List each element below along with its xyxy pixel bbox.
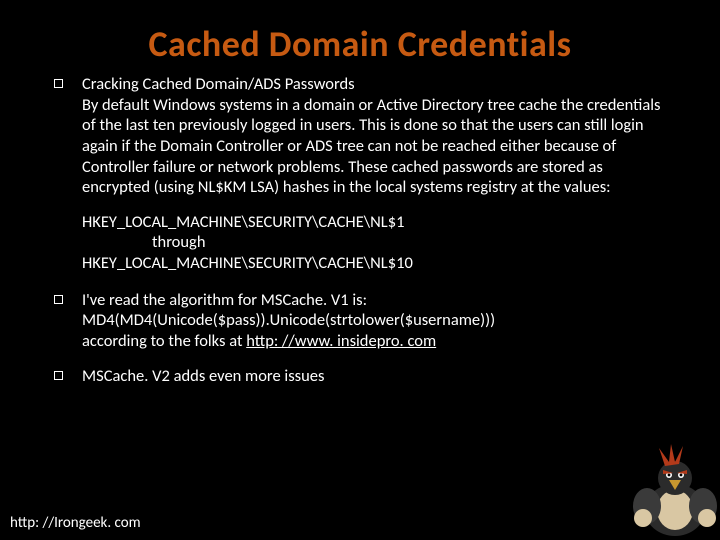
registry-through: through	[82, 232, 668, 253]
bullet-2-line2: MD4(MD4(Unicode($pass)).Unicode(strtolow…	[82, 310, 495, 330]
bullet-2-line3-prefix: according to the folks at	[82, 331, 246, 351]
bullet-2-line1: I've read the algorithm for MSCache. V1 …	[82, 290, 367, 310]
bullet-2-link[interactable]: http: //www. insidepro. com	[246, 331, 436, 351]
bullet-2: I've read the algorithm for MSCache. V1 …	[82, 290, 668, 352]
slide-content: Cracking Cached Domain/ADS Passwords By …	[0, 74, 720, 386]
bullet-1-body: By default Windows systems in a domain o…	[82, 95, 661, 198]
slide-title: Cached Domain Credentials	[0, 0, 720, 74]
bullet-1-heading: Cracking Cached Domain/ADS Passwords	[82, 74, 355, 94]
registry-block: HKEY_LOCAL_MACHINE\SECURITY\CACHE\NL$1 t…	[82, 212, 668, 274]
bullet-3-text: MSCache. V2 adds even more issues	[82, 366, 324, 386]
registry-path-2: HKEY_LOCAL_MACHINE\SECURITY\CACHE\NL$10	[82, 253, 668, 274]
bird-muscle-mascot-icon	[615, 440, 720, 540]
footer-link[interactable]: http: //Irongeek. com	[10, 514, 141, 532]
bullet-1: Cracking Cached Domain/ADS Passwords By …	[82, 74, 668, 274]
bullet-3: MSCache. V2 adds even more issues	[82, 366, 668, 387]
slide: Cached Domain Credentials Cracking Cache…	[0, 0, 720, 540]
registry-path-1: HKEY_LOCAL_MACHINE\SECURITY\CACHE\NL$1	[82, 212, 668, 233]
